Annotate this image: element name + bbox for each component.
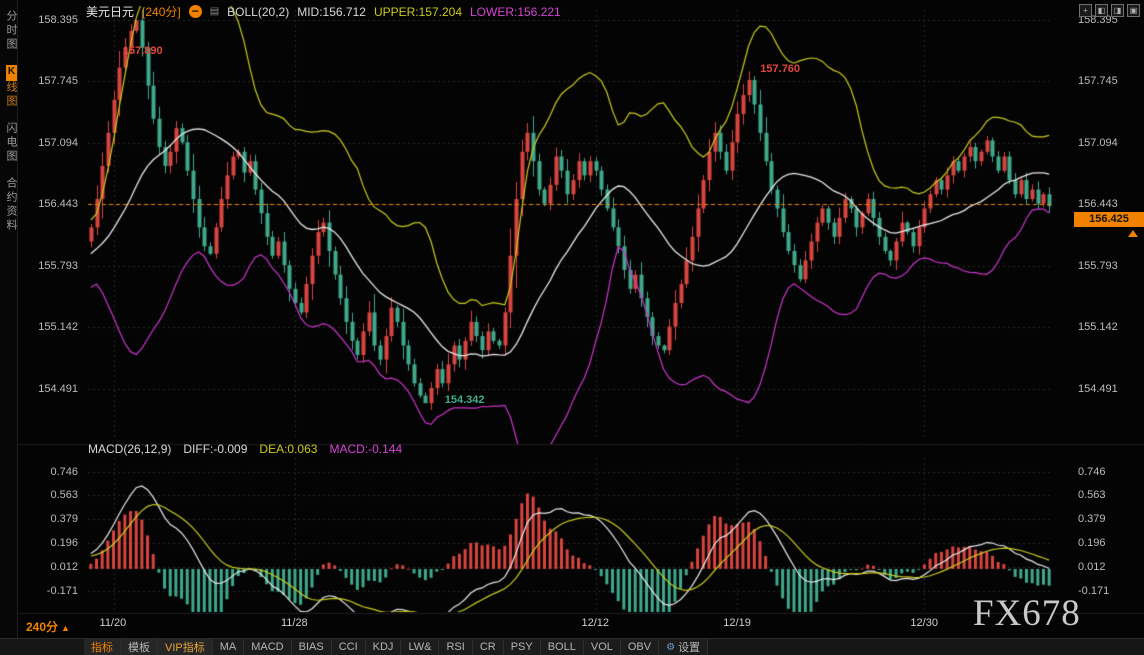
macd-axis-label: -0.171 <box>20 585 78 597</box>
date-axis-label: 12/12 <box>582 617 610 629</box>
macd-axis-label: 0.196 <box>1078 537 1106 549</box>
boll-upper-value: UPPER:157.204 <box>374 5 462 19</box>
indicator-button-cr[interactable]: CR <box>473 639 504 655</box>
bottom-toolbar: 指标模板VIP指标MAMACDBIASCCIKDJLW&RSICRPSYBOLL… <box>0 638 1144 655</box>
indicator-button-vol[interactable]: VOL <box>584 639 621 655</box>
indicator-button-boll[interactable]: BOLL <box>541 639 584 655</box>
indicator-button-rsi[interactable]: RSI <box>439 639 472 655</box>
kline-label: 线图 <box>5 81 17 109</box>
indicator-button-lw[interactable]: LW& <box>401 639 439 655</box>
macd-axis-label: 0.563 <box>1078 489 1106 501</box>
indicator-icon: ▤ <box>210 6 219 17</box>
layout-left-icon[interactable]: ◧ <box>1095 4 1108 17</box>
macd-value: MACD:-0.144 <box>329 442 402 456</box>
indicator-button-macd[interactable]: MACD <box>244 639 291 655</box>
price-axis-label: 156.443 <box>20 198 78 210</box>
toolbar-tab-vip[interactable]: VIP指标 <box>158 639 213 655</box>
price-annotation: 154.342 <box>445 394 485 406</box>
macd-axis-label: 0.379 <box>20 513 78 525</box>
macd-axis-label: -0.171 <box>1078 585 1109 597</box>
add-panel-icon[interactable]: + <box>1079 4 1092 17</box>
macd-axis-label: 0.012 <box>20 561 78 573</box>
price-chart-canvas[interactable] <box>0 0 1144 655</box>
price-axis-label: 157.745 <box>20 75 78 87</box>
date-axis-label: 12/19 <box>723 617 751 629</box>
price-axis-label: 157.094 <box>20 137 78 149</box>
boll-lower-value: LOWER:156.221 <box>470 5 561 19</box>
chart-type-sidebar: 分时图 K线图 闪电图 合约资料 <box>0 0 18 638</box>
macd-diff-value: DIFF:-0.009 <box>183 442 247 456</box>
price-axis-label: 155.142 <box>20 321 78 333</box>
window-controls: +◧◨▣ <box>1079 4 1140 17</box>
date-axis-label: 11/28 <box>281 617 308 629</box>
macd-axis-label: 0.196 <box>20 537 78 549</box>
macd-dea-value: DEA:0.063 <box>259 442 317 456</box>
indicator-button-ma[interactable]: MA <box>213 639 245 655</box>
sidebar-item-time-chart[interactable]: 分时图 <box>3 10 19 52</box>
macd-axis-label: 0.012 <box>1078 561 1106 573</box>
price-annotation: 157.760 <box>760 63 800 75</box>
price-axis-label: 154.491 <box>1078 383 1118 395</box>
period-selector[interactable]: 240分▲ <box>26 618 70 635</box>
price-axis-label: 158.395 <box>20 14 78 26</box>
layout-right-icon[interactable]: ◨ <box>1111 4 1124 17</box>
indicator-button-psy[interactable]: PSY <box>504 639 541 655</box>
price-axis-label: 155.793 <box>1078 260 1118 272</box>
price-axis-label: 155.142 <box>1078 321 1118 333</box>
price-axis-label: 155.793 <box>20 260 78 272</box>
date-axis-label: 12/30 <box>910 617 938 629</box>
sidebar-item-lightning-chart[interactable]: 闪电图 <box>3 122 19 164</box>
price-marker-icon <box>1128 230 1138 237</box>
macd-axis-label: 0.746 <box>1078 466 1106 478</box>
price-axis-label: 154.491 <box>20 383 78 395</box>
price-axis-label: 157.745 <box>1078 75 1118 87</box>
sidebar-item-contract-info[interactable]: 合约资料 <box>3 177 19 233</box>
sidebar-item-kline-chart[interactable]: K线图 <box>3 65 19 109</box>
period-label[interactable]: [240分] <box>142 3 181 20</box>
price-axis-label: 156.443 <box>1078 198 1118 210</box>
watermark: FX678 <box>973 592 1081 635</box>
chevron-up-icon: ▲ <box>61 623 70 633</box>
indicator-button-kdj[interactable]: KDJ <box>366 639 402 655</box>
collapse-icon[interactable]: − <box>189 5 202 18</box>
chart-header: 美元日元 [240分] − ▤ BOLL(20,2) MID:156.712 U… <box>86 3 561 20</box>
symbol-title: 美元日元 <box>86 3 134 20</box>
macd-axis-label: 0.563 <box>20 489 78 501</box>
indicator-button-obv[interactable]: OBV <box>621 639 659 655</box>
trading-app-window: 分时图 K线图 闪电图 合约资料 美元日元 [240分] − ▤ BOLL(20… <box>0 0 1144 655</box>
date-axis-label: 11/20 <box>100 617 127 629</box>
price-annotation: 157.890 <box>123 45 163 57</box>
macd-label: MACD(26,12,9) <box>88 442 171 456</box>
layout-grid-icon[interactable]: ▣ <box>1127 4 1140 17</box>
toolbar-tab-indicators[interactable]: 指标 <box>84 639 121 655</box>
period-selector-label: 240分 <box>26 620 58 634</box>
toolbar-tab-templates[interactable]: 模板 <box>121 639 158 655</box>
macd-axis-label: 0.379 <box>1078 513 1106 525</box>
gear-icon: ⚙ <box>666 642 675 653</box>
kline-badge: K <box>6 65 17 81</box>
macd-axis-label: 0.746 <box>20 466 78 478</box>
boll-label: BOLL(20,2) <box>227 5 289 19</box>
indicator-button-bias[interactable]: BIAS <box>292 639 332 655</box>
price-axis-label: 157.094 <box>1078 137 1118 149</box>
boll-mid-value: MID:156.712 <box>297 5 366 19</box>
settings-button[interactable]: ⚙设置 <box>659 639 708 655</box>
indicator-button-cci[interactable]: CCI <box>332 639 366 655</box>
last-price-badge: 156.425 <box>1074 212 1144 227</box>
macd-header: MACD(26,12,9) DIFF:-0.009 DEA:0.063 MACD… <box>88 442 402 456</box>
